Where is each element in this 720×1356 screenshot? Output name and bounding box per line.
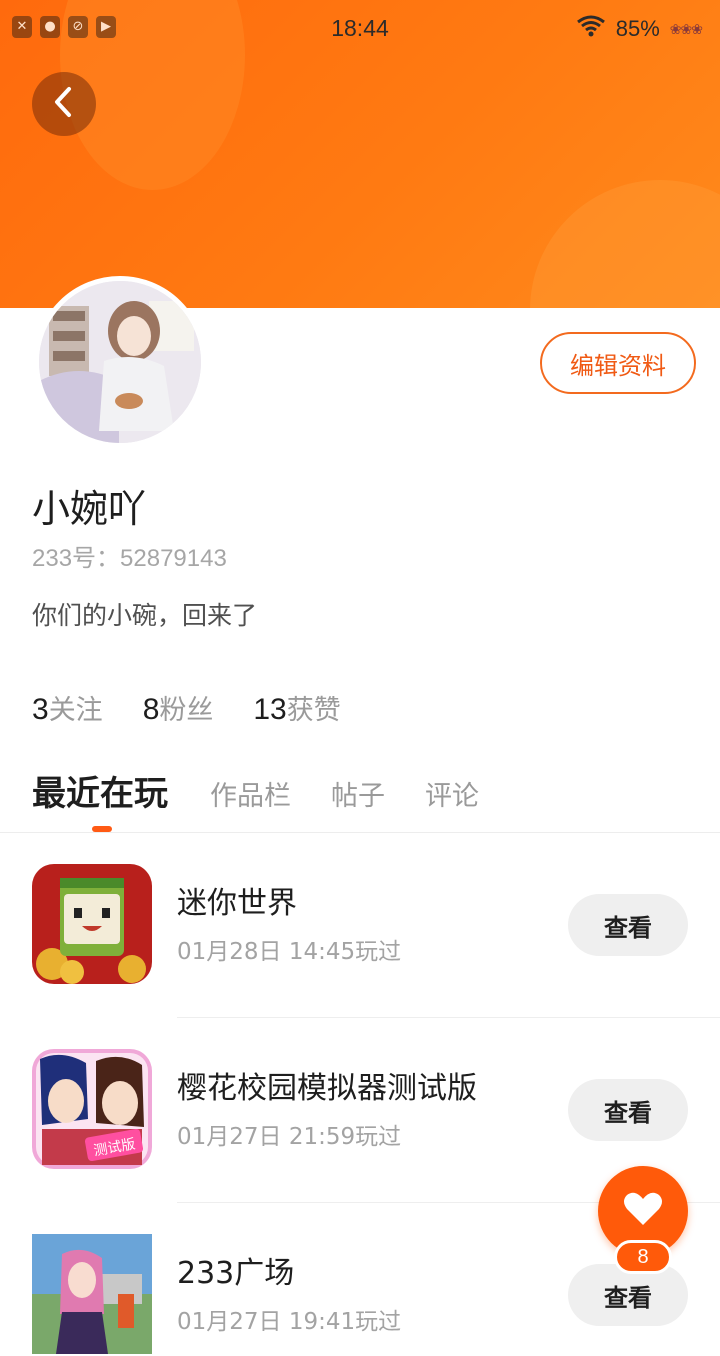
profile-stats: 3 关注 8 粉丝 13 获赞 xyxy=(32,688,341,727)
last-played-time: 01月27日 19:41玩过 xyxy=(177,1309,402,1335)
mini-world-icon xyxy=(32,864,152,984)
sakura-school-icon: 测试版 xyxy=(32,1049,152,1169)
game-title: 233广场 xyxy=(177,1256,295,1291)
status-bar: ✕ ● ⊘ ▶ 18:44 85% ❀❀❀ xyxy=(0,0,720,58)
stat-label: 获赞 xyxy=(286,695,341,726)
status-right: 85% ❀❀❀ xyxy=(576,15,703,43)
edit-profile-button[interactable]: 编辑资料 xyxy=(540,332,696,394)
divider xyxy=(177,1017,720,1018)
stat-following[interactable]: 3 关注 xyxy=(32,688,103,727)
stat-label: 关注 xyxy=(48,695,103,726)
nickname: 小婉吖 xyxy=(32,487,147,531)
tab-works[interactable]: 作品栏 xyxy=(210,774,291,813)
stat-followers[interactable]: 8 粉丝 xyxy=(143,688,214,727)
game-title: 迷你世界 xyxy=(177,886,297,921)
stat-number: 13 xyxy=(253,693,287,726)
tab-comments[interactable]: 评论 xyxy=(425,774,479,813)
bio: 你们的小碗，回来了 xyxy=(32,601,258,630)
like-count-badge: 8 xyxy=(614,1240,672,1274)
list-item[interactable]: 233广场 01月27日 19:41玩过 查看 xyxy=(0,1234,720,1356)
wifi-icon xyxy=(576,15,606,43)
battery-icon: ❀❀❀ xyxy=(669,20,703,37)
233-plaza-icon xyxy=(32,1234,152,1354)
chevron-left-icon xyxy=(51,85,77,123)
view-button[interactable]: 查看 xyxy=(568,1079,688,1141)
game-title: 樱花校园模拟器测试版 xyxy=(177,1071,477,1106)
heart-icon xyxy=(623,1191,663,1231)
view-button[interactable]: 查看 xyxy=(568,894,688,956)
stat-number: 8 xyxy=(142,693,160,726)
profile-page: ✕ ● ⊘ ▶ 18:44 85% ❀❀❀ 编辑资料 小婉吖 233号：5287… xyxy=(0,0,720,1356)
last-played-time: 01月27日 21:59玩过 xyxy=(177,1124,402,1150)
banner-decoration xyxy=(530,180,720,308)
battery-percent: 85% xyxy=(615,16,660,41)
profile-tabs: 最近在玩 作品栏 帖子 评论 xyxy=(32,766,519,815)
stat-label: 粉丝 xyxy=(159,695,214,726)
last-played-time: 01月28日 14:45玩过 xyxy=(177,939,402,965)
stat-likes[interactable]: 13 获赞 xyxy=(253,688,340,727)
stat-number: 3 xyxy=(32,693,49,726)
avatar[interactable] xyxy=(34,276,206,448)
list-item[interactable]: 迷你世界 01月28日 14:45玩过 查看 xyxy=(0,864,720,1050)
divider xyxy=(0,832,720,833)
back-button[interactable] xyxy=(32,72,96,136)
tab-recent-played[interactable]: 最近在玩 xyxy=(32,766,168,815)
tab-posts[interactable]: 帖子 xyxy=(331,774,385,813)
user-id: 233号：52879143 xyxy=(32,545,227,572)
